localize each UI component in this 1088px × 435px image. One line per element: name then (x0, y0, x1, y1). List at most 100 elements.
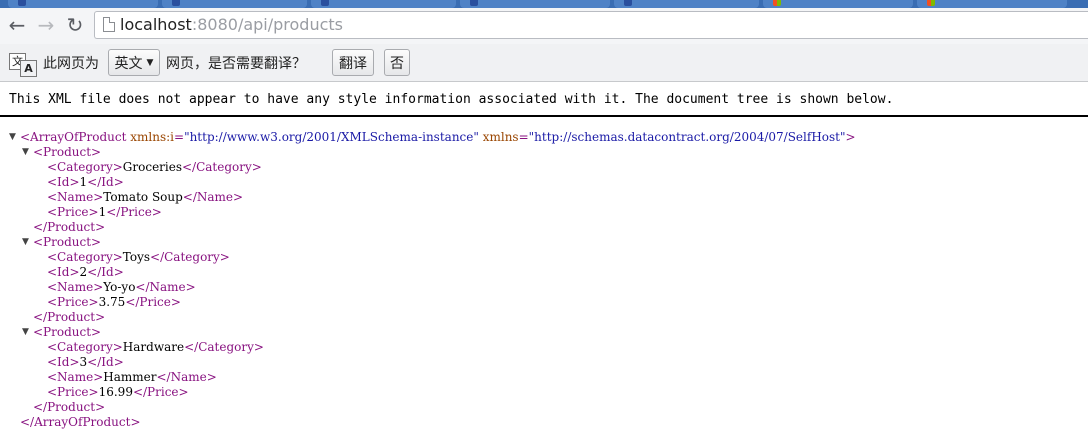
xml-open-tag: <Price> (47, 385, 99, 399)
back-button[interactable]: ← (4, 12, 30, 38)
windows-logo-icon (927, 0, 935, 6)
xml-category-line: <Category>Hardware</Category> (47, 340, 264, 355)
tab-strip (0, 0, 1088, 8)
xml-root-open-tag: <ArrayOfProduct (20, 130, 127, 144)
browser-tab[interactable] (311, 0, 456, 8)
translate-button[interactable]: 翻译 (332, 49, 374, 76)
xml-root-open-end: > (845, 130, 856, 144)
browser-tab[interactable] (8, 0, 158, 8)
chevron-down-icon: ▼ (146, 57, 154, 68)
browser-tab[interactable] (917, 0, 1067, 8)
xml-value: Yo-yo (103, 280, 136, 294)
tab-favicon-icon (624, 0, 632, 6)
xml-value: Groceries (122, 160, 182, 174)
xml-close-tag: </Id> (87, 355, 124, 369)
xml-close-tag: </Name> (156, 370, 217, 384)
xml-open-tag: <Price> (47, 205, 99, 219)
xml-open-tag: <Category> (47, 340, 123, 354)
xml-open-tag: <Id> (47, 175, 80, 189)
xml-attr-value: "http://schemas.datacontract.org/2004/07… (528, 130, 846, 144)
reload-icon: ↻ (66, 13, 84, 37)
xml-value: 3.75 (98, 295, 126, 309)
xml-root-close-tag: </ArrayOfProduct> (20, 415, 141, 429)
translate-icon-glyph: A (20, 60, 37, 77)
xml-open-tag: <Id> (47, 265, 80, 279)
xml-product-open-tag: <Product> (33, 325, 102, 339)
xml-product-close-line: </Product> (33, 400, 105, 415)
browser-tab[interactable] (763, 0, 913, 8)
tab-favicon-icon (172, 0, 180, 6)
xml-id-line: <Id>3</Id> (47, 355, 124, 370)
collapse-triangle-icon[interactable]: ▼ (22, 325, 29, 340)
xml-close-tag: </Category> (150, 250, 230, 264)
xml-value: Hardware (122, 340, 185, 354)
xml-price-line: <Price>1</Price> (47, 205, 162, 220)
back-arrow-icon: ← (8, 13, 26, 37)
xml-value: 16.99 (98, 385, 133, 399)
xml-close-tag: </Price> (125, 295, 181, 309)
browser-tab[interactable] (460, 0, 610, 8)
xml-open-tag: <Name> (47, 190, 104, 204)
collapse-triangle-icon[interactable]: ▼ (9, 130, 16, 145)
xml-open-tag: <Category> (47, 250, 123, 264)
browser-toolbar: ← → ↻ localhost:8080/api/products (0, 8, 1088, 45)
xml-product-close-line: </Product> (33, 220, 105, 235)
xml-open-tag: <Price> (47, 295, 99, 309)
xml-close-tag: </Name> (182, 190, 244, 204)
tab-favicon-icon (18, 0, 26, 6)
no-translate-button[interactable]: 否 (384, 49, 410, 76)
xml-close-tag: </Category> (182, 160, 262, 174)
url-path: :8080/api/products (191, 15, 343, 34)
translate-icon: 文 A (9, 53, 37, 77)
xml-open-tag: <Name> (47, 370, 104, 384)
xml-product-open-tag: <Product> (33, 235, 102, 249)
xml-open-tag: <Id> (47, 355, 80, 369)
xml-product-close-line: </Product> (33, 310, 105, 325)
xml-product-close-tag: </Product> (33, 400, 106, 414)
xml-id-line: <Id>1</Id> (47, 175, 124, 190)
url-text: localhost:8080/api/products (120, 15, 343, 34)
xml-attr-value: "http://www.w3.org/2001/XMLSchema-instan… (184, 130, 479, 144)
tab-favicon-icon (321, 0, 329, 6)
xml-value: Tomato Soup (103, 190, 183, 204)
xml-value: Hammer (103, 370, 157, 384)
xml-name-line: <Name>Tomato Soup</Name> (47, 190, 243, 205)
address-bar[interactable]: localhost:8080/api/products (94, 11, 1088, 39)
divider (0, 115, 1088, 117)
browser-tab[interactable] (614, 0, 759, 8)
page-icon (103, 17, 115, 32)
forward-arrow-icon: → (37, 13, 55, 37)
xml-attr-name: xmlns (482, 130, 519, 144)
url-host: localhost (120, 15, 192, 34)
reload-button[interactable]: ↻ (62, 12, 88, 38)
translate-prefix: 此网页为 (43, 56, 99, 72)
language-select[interactable]: 英文 ▼ (108, 49, 160, 76)
xml-close-tag: </Id> (87, 265, 124, 279)
windows-logo-icon (773, 0, 781, 6)
translate-question: 网页，是否需要翻译？ (166, 56, 306, 72)
xml-product-close-tag: </Product> (33, 310, 106, 324)
xml-style-notice: This XML file does not appear to have an… (9, 92, 894, 107)
xml-category-line: <Category>Toys</Category> (47, 250, 230, 265)
xml-price-line: <Price>3.75</Price> (47, 295, 181, 310)
language-label: 英文 (114, 55, 143, 72)
xml-value: Toys (122, 250, 151, 264)
forward-button[interactable]: → (33, 12, 59, 38)
xml-close-tag: </Price> (106, 205, 162, 219)
tab-favicon-icon (470, 0, 478, 6)
collapse-triangle-icon[interactable]: ▼ (22, 235, 29, 250)
xml-close-tag: </Category> (184, 340, 264, 354)
browser-tab[interactable] (162, 0, 307, 8)
xml-close-tag: </Id> (87, 175, 124, 189)
xml-category-line: <Category>Groceries</Category> (47, 160, 262, 175)
xml-open-tag: <Name> (47, 280, 104, 294)
xml-close-tag: </Price> (132, 385, 189, 399)
xml-root-close-line: </ArrayOfProduct> (20, 415, 141, 430)
xml-name-line: <Name>Yo-yo</Name> (47, 280, 196, 295)
collapse-triangle-icon[interactable]: ▼ (22, 145, 29, 160)
xml-open-tag: <Category> (47, 160, 123, 174)
xml-id-line: <Id>2</Id> (47, 265, 124, 280)
xml-price-line: <Price>16.99</Price> (47, 385, 189, 400)
xml-product-open-tag: <Product> (33, 145, 102, 159)
xml-close-tag: </Name> (135, 280, 196, 294)
